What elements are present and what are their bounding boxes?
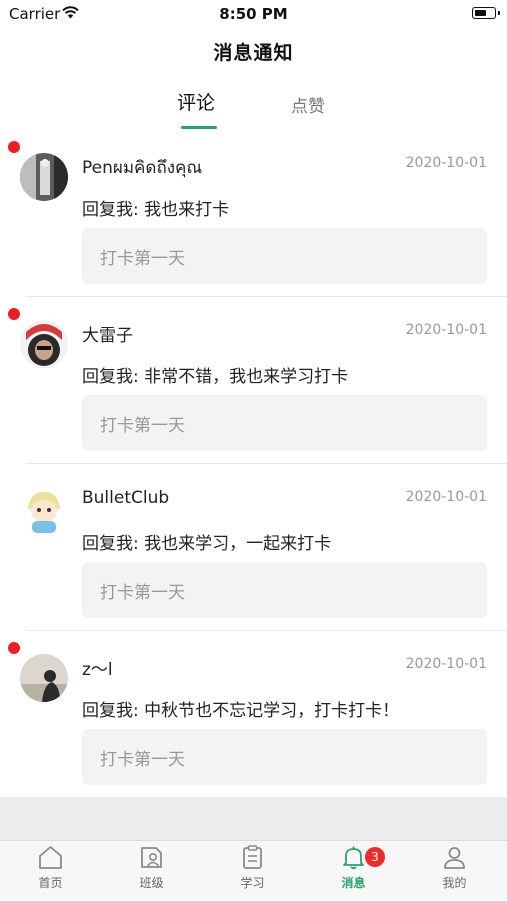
list-item[interactable]: BulletClub 2020-10-01 回复我: 我也来学习，一起来打卡 打… xyxy=(0,464,507,631)
tabbar-item-home[interactable]: 首页 xyxy=(0,841,101,901)
avatar[interactable] xyxy=(20,487,68,535)
page-title: 消息通知 xyxy=(213,42,294,64)
list-item[interactable]: Penผมคิดถึงคุณ 2020-10-01 回复我: 我也来打卡 打卡第… xyxy=(0,130,507,297)
reply-text: 回复我: 中秋节也不忘记学习，打卡打卡！ xyxy=(82,701,400,721)
tab-comments[interactable]: 评论 xyxy=(177,88,215,115)
tabbar-item-mine[interactable]: 我的 xyxy=(404,841,505,901)
person-icon xyxy=(444,847,465,869)
list-item[interactable]: 大雷子 2020-10-01 回复我: 非常不错，我也来学习打卡 打卡第一天 xyxy=(0,297,507,464)
battery-icon xyxy=(472,7,500,19)
timestamp: 2020-10-01 xyxy=(405,489,487,505)
avatar[interactable] xyxy=(20,320,68,368)
tabbar-label: 班级 xyxy=(139,876,164,890)
avatar[interactable] xyxy=(20,153,68,201)
quoted-post-text: 打卡第一天 xyxy=(100,416,185,436)
quoted-post-text: 打卡第一天 xyxy=(100,249,185,269)
tab-likes[interactable]: 点赞 xyxy=(291,92,325,117)
username[interactable]: BulletClub xyxy=(82,488,169,508)
username[interactable]: z～l xyxy=(82,655,113,680)
quoted-post[interactable]: 打卡第一天 xyxy=(82,729,487,785)
tabbar-label: 消息 xyxy=(341,876,366,890)
reply-text: 回复我: 我也来打卡 xyxy=(82,200,230,220)
username[interactable]: Penผมคิดถึงคุณ xyxy=(82,154,202,181)
timestamp: 2020-10-01 xyxy=(405,322,487,338)
avatar[interactable] xyxy=(20,654,68,702)
tabbar-label: 学习 xyxy=(240,876,265,890)
unread-dot xyxy=(8,141,20,153)
tabbar-item-study[interactable]: 学习 xyxy=(202,841,303,901)
active-tab-indicator xyxy=(181,126,217,129)
reply-text: 回复我: 我也来学习，一起来打卡 xyxy=(82,534,332,554)
reply-text: 回复我: 非常不错，我也来学习打卡 xyxy=(82,367,349,387)
unread-dot xyxy=(8,642,20,654)
list-item[interactable]: z～l 2020-10-01 回复我: 中秋节也不忘记学习，打卡打卡！ 打卡第一… xyxy=(0,631,507,798)
class-icon xyxy=(141,847,162,868)
quoted-post[interactable]: 打卡第一天 xyxy=(82,395,487,451)
unread-badge: 3 xyxy=(365,847,385,867)
unread-dot xyxy=(8,308,20,320)
quoted-post-text: 打卡第一天 xyxy=(100,750,185,770)
tab-bar-top: 评论 点赞 xyxy=(0,88,507,132)
status-bar: Carrier 8:50 PM xyxy=(0,0,507,28)
tabbar-label: 首页 xyxy=(38,876,63,890)
tabbar-label: 我的 xyxy=(442,876,467,890)
bottom-tab-bar: 首页 班级 学习 3 消息 我的 xyxy=(0,840,507,900)
timestamp: 2020-10-01 xyxy=(405,155,487,171)
clipboard-icon xyxy=(243,845,262,869)
quoted-post[interactable]: 打卡第一天 xyxy=(82,228,487,284)
tabbar-item-class[interactable]: 班级 xyxy=(101,841,202,901)
home-icon xyxy=(39,846,62,869)
bell-icon xyxy=(343,846,364,870)
tabbar-item-messages[interactable]: 3 消息 xyxy=(303,841,404,901)
status-time: 8:50 PM xyxy=(219,5,288,23)
username[interactable]: 大雷子 xyxy=(82,321,133,346)
quoted-post-text: 打卡第一天 xyxy=(100,583,185,603)
quoted-post[interactable]: 打卡第一天 xyxy=(82,562,487,618)
timestamp: 2020-10-01 xyxy=(405,656,487,672)
list-background xyxy=(0,797,507,840)
